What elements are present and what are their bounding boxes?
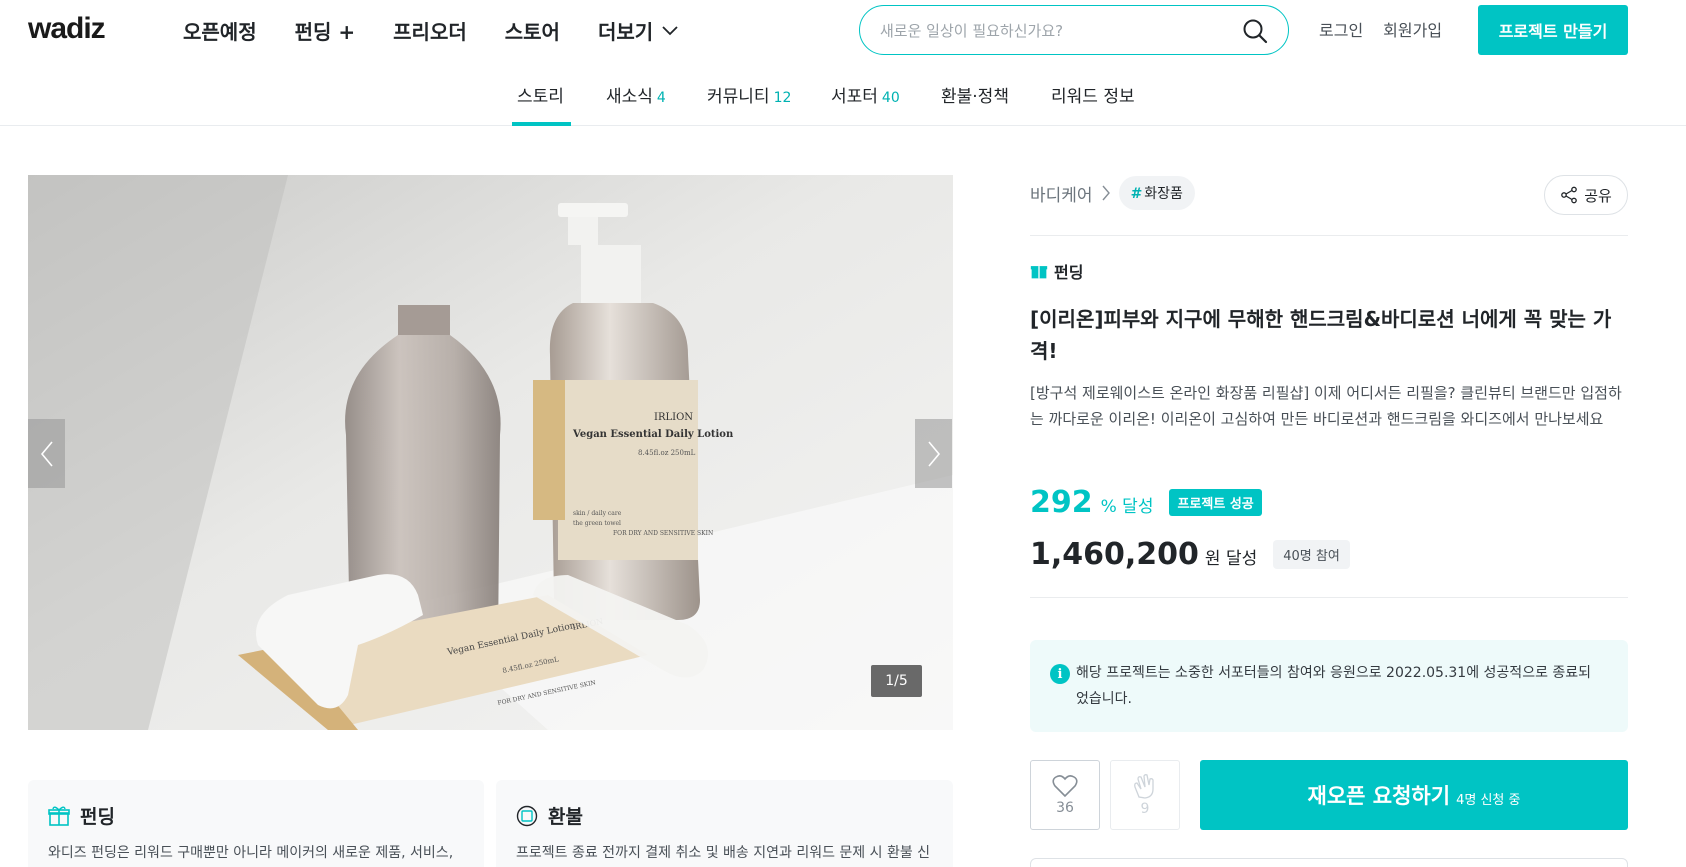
nav-more-label: 더보기 bbox=[597, 20, 654, 44]
gift-icon bbox=[1030, 266, 1048, 279]
tab-label: 서포터 bbox=[831, 87, 878, 107]
hash-icon: # bbox=[1130, 186, 1143, 202]
product-photo: IRLION Vegan Essential Daily Lotion 8.45… bbox=[28, 175, 953, 730]
bottle-label-product: Vegan Essential Daily Lotion bbox=[572, 429, 734, 440]
nav-item-funding[interactable]: 펀딩 + bbox=[295, 16, 356, 45]
nav-item-preorder[interactable]: 프리오더 bbox=[393, 16, 467, 45]
tab-community[interactable]: 커뮤니티 12 bbox=[707, 82, 791, 107]
rate-unit: % 달성 bbox=[1100, 497, 1154, 517]
achievement-rate: 292 % 달성 프로젝트 성공 bbox=[1030, 485, 1262, 520]
reopen-request-button[interactable]: 재오픈 요청하기 4명 신청 중 bbox=[1200, 760, 1628, 830]
status-badge: 프로젝트 성공 bbox=[1169, 489, 1262, 516]
chevron-down-icon bbox=[662, 25, 678, 35]
share-icon bbox=[1561, 186, 1578, 204]
tab-count: 40 bbox=[881, 90, 900, 106]
reopen-count: 4명 신청 중 bbox=[1456, 792, 1521, 808]
tab-label: 환불·정책 bbox=[941, 87, 1009, 107]
reopen-label: 재오픈 요청하기 bbox=[1307, 784, 1451, 808]
tab-label: 리워드 정보 bbox=[1051, 87, 1135, 107]
top-header: wadiz 오픈예정 펀딩 + 프리오더 스토어 더보기 로그인 회원가입 프로… bbox=[0, 0, 1686, 62]
tab-label: 커뮤니티 bbox=[707, 87, 770, 107]
carousel-prev-button[interactable] bbox=[28, 419, 65, 488]
heart-icon bbox=[1052, 775, 1078, 798]
tab-supporters[interactable]: 서포터 40 bbox=[831, 82, 900, 107]
auth-links: 로그인 회원가입 bbox=[1319, 17, 1442, 41]
clap-icon bbox=[1134, 774, 1154, 799]
bottle-label-brand: IRLION bbox=[654, 412, 693, 423]
chevron-right-icon bbox=[1102, 185, 1110, 201]
category-link[interactable]: 바디케어 bbox=[1030, 181, 1093, 206]
carousel-next-button[interactable] bbox=[915, 419, 952, 488]
project-type: 펀딩 bbox=[1030, 259, 1083, 283]
funding-card-title: 펀딩 bbox=[48, 802, 115, 829]
project-title: [이리온]피부와 지구에 무해한 핸드크림&바디로션 너에게 꼭 맞는 가격! bbox=[1030, 307, 1612, 363]
card-description: 와디즈 펀딩은 리워드 구매뿐만 아니라 메이커의 새로운 제품, 서비스, bbox=[48, 845, 454, 861]
cheer-button[interactable]: 9 bbox=[1110, 760, 1180, 830]
nav-item-store[interactable]: 스토어 bbox=[505, 16, 560, 45]
search-icon[interactable] bbox=[1242, 18, 1268, 44]
tag-label: 화장품 bbox=[1144, 186, 1183, 202]
panel-below-box bbox=[1030, 858, 1628, 867]
project-tabs: 스토리 새소식 4 커뮤니티 12 서포터 40 환불·정책 리워드 정보 bbox=[0, 62, 1686, 126]
bottle-label-side2: the green towel bbox=[573, 520, 621, 527]
chevron-left-icon bbox=[40, 440, 53, 467]
bottle-label-side1: skin / daily care bbox=[573, 510, 622, 517]
search-bar bbox=[859, 5, 1289, 55]
active-tab-indicator bbox=[512, 122, 571, 126]
notice-text: 해당 프로젝트는 소중한 서포터들의 참여와 응원으로 2022.05.31에 … bbox=[1076, 665, 1592, 707]
bottle-label-footer: FOR DRY AND SENSITIVE SKIN bbox=[613, 530, 713, 537]
tab-refund-policy[interactable]: 환불·정책 bbox=[941, 82, 1009, 107]
card-title-label: 펀딩 bbox=[80, 806, 115, 828]
amount-unit: 원 달성 bbox=[1204, 549, 1258, 569]
amount-value: 1,460,200 bbox=[1030, 537, 1199, 572]
divider bbox=[1030, 597, 1628, 598]
category-tag[interactable]: # 화장품 bbox=[1118, 176, 1195, 210]
share-label: 공유 bbox=[1584, 186, 1612, 205]
action-row: 36 9 재오픈 요청하기 4명 신청 중 bbox=[1030, 760, 1628, 830]
bottle-label-volume: 8.45fl.oz 250mL bbox=[638, 449, 696, 457]
cheer-count: 9 bbox=[1140, 801, 1150, 817]
search-input[interactable] bbox=[880, 19, 1220, 43]
refund-icon bbox=[516, 805, 538, 826]
info-icon: i bbox=[1050, 664, 1070, 684]
tab-reward-info[interactable]: 리워드 정보 bbox=[1051, 82, 1135, 107]
tab-label: 새소식 bbox=[606, 87, 653, 107]
nav-item-more[interactable]: 더보기 bbox=[598, 16, 679, 45]
make-project-button[interactable]: 프로젝트 만들기 bbox=[1478, 5, 1628, 55]
tab-news[interactable]: 새소식 4 bbox=[606, 82, 666, 107]
signup-link[interactable]: 회원가입 bbox=[1383, 17, 1442, 41]
card-description: 프로젝트 종료 전까지 결제 취소 및 배송 지연과 리워드 문제 시 환불 신 bbox=[516, 845, 931, 861]
like-button[interactable]: 36 bbox=[1030, 760, 1100, 830]
project-type-label: 펀딩 bbox=[1054, 263, 1084, 282]
refund-card-title: 환불 bbox=[516, 802, 583, 829]
chevron-right-icon bbox=[927, 440, 940, 467]
tab-count: 12 bbox=[773, 90, 792, 106]
participants-badge: 40명 참여 bbox=[1273, 540, 1350, 569]
category-row: 바디케어 # 화장품 bbox=[1030, 175, 1195, 211]
refund-info-card: 환불 프로젝트 종료 전까지 결제 취소 및 배송 지연과 리워드 문제 시 환… bbox=[496, 780, 953, 867]
project-ended-notice: i 해당 프로젝트는 소중한 서포터들의 참여와 응원으로 2022.05.31… bbox=[1030, 640, 1628, 732]
tab-count: 4 bbox=[656, 90, 666, 106]
tab-label: 스토리 bbox=[517, 87, 564, 107]
like-count: 36 bbox=[1056, 800, 1074, 816]
global-nav: 오픈예정 펀딩 + 프리오더 스토어 더보기 bbox=[183, 16, 679, 45]
nav-item-open-soon[interactable]: 오픈예정 bbox=[183, 16, 257, 45]
funding-info-card: 펀딩 와디즈 펀딩은 리워드 구매뿐만 아니라 메이커의 새로운 제품, 서비스… bbox=[28, 780, 484, 867]
rate-value: 292 bbox=[1030, 485, 1093, 520]
divider bbox=[1030, 235, 1628, 236]
tab-story[interactable]: 스토리 bbox=[517, 82, 564, 107]
card-title-label: 환불 bbox=[548, 806, 583, 828]
product-image-carousel[interactable]: IRLION Vegan Essential Daily Lotion 8.45… bbox=[28, 175, 953, 730]
login-link[interactable]: 로그인 bbox=[1319, 17, 1363, 41]
share-button[interactable]: 공유 bbox=[1544, 175, 1628, 215]
wadiz-logo[interactable]: wadiz bbox=[28, 12, 106, 46]
funded-amount: 1,460,200 원 달성 40명 참여 bbox=[1030, 537, 1350, 573]
gift-icon bbox=[48, 806, 70, 826]
project-description: [방구석 제로웨이스트 온라인 화장품 리필샵] 이제 어디서든 리필을? 클린… bbox=[1030, 384, 1622, 428]
carousel-counter: 1/5 bbox=[871, 665, 922, 697]
